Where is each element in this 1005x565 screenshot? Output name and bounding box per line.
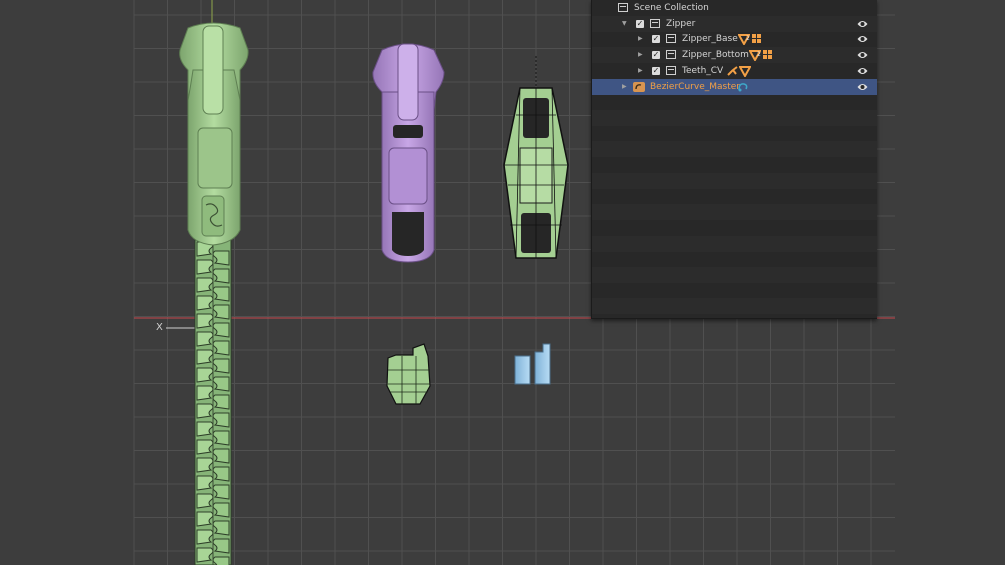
x-axis-label: X [156,322,163,333]
zipper-slider-green[interactable] [179,22,249,246]
outliner-empty-row [592,220,877,236]
visibility-eye-icon[interactable] [857,66,868,76]
visibility-eye-icon[interactable] [857,82,868,92]
expand-arrow-icon[interactable]: ▶ [638,63,643,79]
outliner-row[interactable]: ▶ ✓ Teeth_CV [592,63,877,79]
outliner-row[interactable]: ▶ ✓ Zipper_Base 2 [592,31,877,47]
outliner-empty-row [592,251,877,267]
outliner-empty-row [592,94,877,110]
modifier-count: 2 [746,35,750,43]
visibility-eye-icon[interactable] [857,50,868,60]
outliner-row[interactable]: ▼ ✓ Zipper [592,15,877,32]
outliner-row[interactable]: Scene Collection [592,0,877,16]
collapse-arrow-icon[interactable]: ▼ [622,16,627,32]
exclude-checkbox[interactable]: ✓ [652,35,660,44]
collection-icon [666,65,676,75]
exclude-checkbox[interactable]: ✓ [652,66,660,75]
outliner-empty-row [592,126,877,142]
visibility-eye-icon[interactable] [857,34,868,44]
tooth-right [212,556,230,565]
visibility-eye-icon[interactable] [857,19,868,29]
outliner-empty-row [592,172,877,189]
outliner-empty-row [592,298,877,315]
collection-icon [666,50,676,60]
outliner-row[interactable]: ▶ ✓ Zipper_Bottom 2 [592,47,877,64]
outliner-empty-row [592,204,877,221]
expand-arrow-icon[interactable]: ▶ [638,31,643,47]
outliner-empty-row [592,188,877,204]
outliner-empty-row [592,157,877,173]
exclude-checkbox[interactable]: ✓ [636,19,644,28]
outliner-item-label: Zipper [666,18,696,29]
outliner-empty-row [592,141,877,158]
collection-icon [650,18,660,28]
outliner-panel[interactable]: Scene Collection ▼ ✓ Zipper ▶ ✓ Zipper_Base 2 ▶ ✓… [591,0,877,319]
expand-arrow-icon[interactable]: ▶ [638,47,643,63]
collection-icon [666,34,676,44]
outliner-empty-row [592,109,877,126]
zipper-slider-purple[interactable] [372,43,445,263]
outliner-item-label: Zipper_Bottom [682,50,749,61]
outliner-empty-row [592,235,877,252]
modifier-count: 2 [757,51,761,59]
outliner-item-label: BezierCurve_Master [650,81,740,92]
outliner-empty-row [592,314,877,318]
outliner-row[interactable]: ▶ BezierCurve_Master [592,78,877,95]
collection-icon [618,3,628,12]
outliner-item-label: Scene Collection [634,3,709,13]
exclude-checkbox[interactable]: ✓ [652,51,660,60]
outliner-item-label: Teeth_CV [682,65,724,76]
outliner-empty-row [592,283,877,299]
zipper-teeth-chain[interactable] [194,239,232,565]
outliner-empty-row [592,266,877,283]
outliner-item-label: Zipper_Base [682,34,738,45]
expand-arrow-icon[interactable]: ▶ [622,79,627,95]
